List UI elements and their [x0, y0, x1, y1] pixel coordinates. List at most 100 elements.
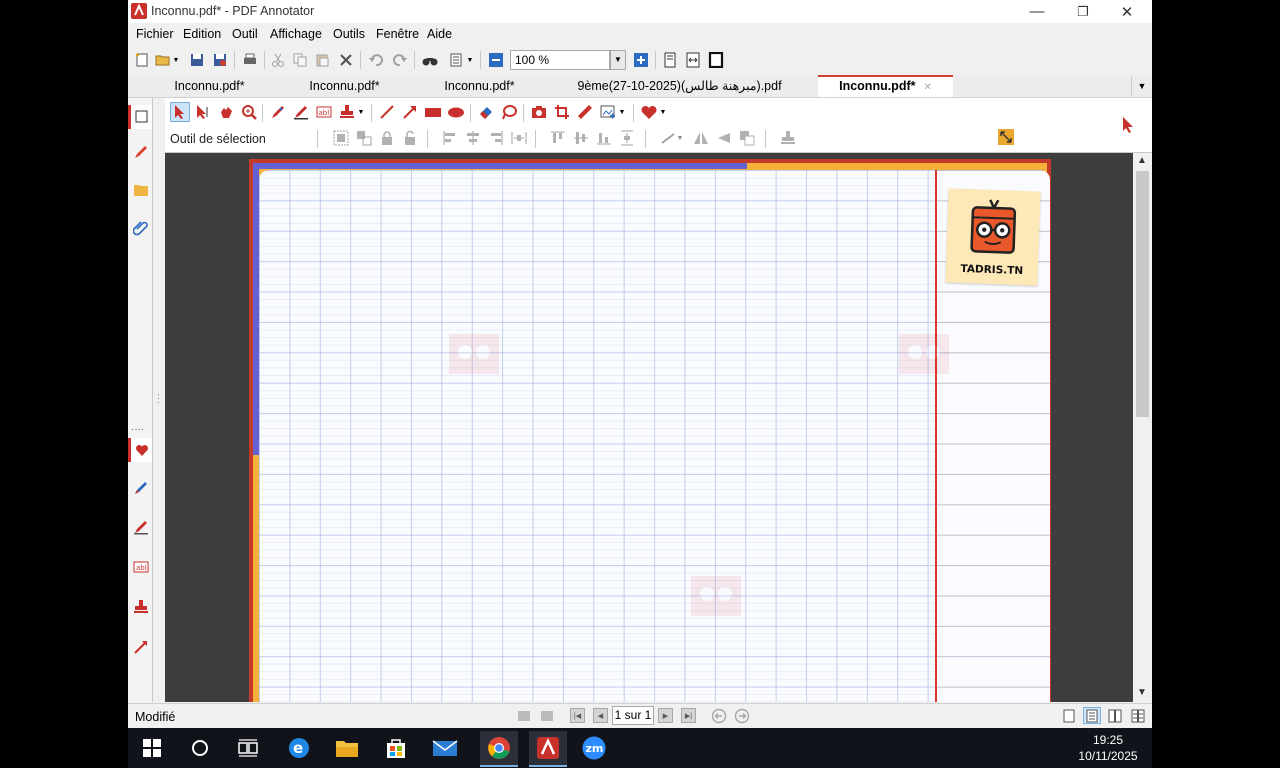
previous-view-icon[interactable] — [514, 706, 534, 726]
unlock-icon[interactable] — [401, 129, 419, 147]
chrome-browser-icon[interactable] — [480, 731, 518, 767]
menu-fichier[interactable]: Fichier — [136, 27, 174, 41]
favorite-pen-icon[interactable] — [132, 479, 150, 497]
menu-aide[interactable]: Aide — [427, 27, 452, 41]
align-right-icon[interactable] — [487, 129, 505, 147]
zoom-dropdown-icon[interactable]: ▼ — [610, 50, 626, 70]
favorites-heart-tool-icon[interactable] — [639, 102, 659, 122]
arrow-tool-icon[interactable] — [400, 102, 420, 122]
tab-document-3[interactable]: Inconnu.pdf* — [412, 75, 547, 97]
sidebar-splitter-dots[interactable]: ···· — [131, 424, 144, 435]
mail-icon[interactable] — [431, 734, 459, 762]
highlighter-tool-icon[interactable] — [291, 102, 311, 122]
pen-tool-icon[interactable] — [268, 102, 288, 122]
text-box-tool-icon[interactable]: abl — [314, 102, 334, 122]
panel-splitter-grip[interactable]: · · · — [157, 390, 160, 407]
lock-icon[interactable] — [378, 129, 396, 147]
pdf-annotator-taskbar-icon[interactable] — [529, 731, 567, 767]
tab-list-dropdown-icon[interactable]: ▼ — [1131, 76, 1152, 96]
restore-button[interactable]: ❐ — [1060, 0, 1106, 23]
back-navigation-icon[interactable] — [709, 706, 729, 726]
delete-icon[interactable] — [336, 50, 356, 70]
next-view-icon[interactable] — [537, 706, 557, 726]
align-top-icon[interactable] — [549, 129, 567, 147]
favorite-arrow-icon[interactable] — [132, 638, 150, 656]
group-icon[interactable] — [332, 129, 350, 147]
selection-tool-icon[interactable] — [170, 102, 190, 122]
search-circle-icon[interactable] — [186, 734, 214, 762]
tab-close-icon[interactable]: ✕ — [923, 82, 931, 93]
menu-fenetre[interactable]: Fenêtre — [376, 27, 419, 41]
single-page-view-icon[interactable] — [1060, 707, 1078, 724]
last-page-icon[interactable]: ▶| — [681, 708, 696, 723]
close-button[interactable]: ✕ — [1104, 0, 1150, 23]
stamp-dropdown-icon[interactable]: ▼ — [355, 102, 367, 122]
page-thumbnails-icon[interactable] — [128, 105, 152, 129]
bookmarks-folder-icon[interactable] — [132, 181, 150, 199]
fit-page-icon[interactable] — [660, 50, 680, 70]
system-clock[interactable]: 19:25 10/11/2025 — [1068, 732, 1148, 764]
align-middle-icon[interactable] — [572, 129, 590, 147]
file-explorer-icon[interactable] — [333, 734, 361, 762]
annotations-pen-icon[interactable] — [132, 143, 150, 161]
cut-icon[interactable] — [268, 50, 288, 70]
undo-icon[interactable] — [366, 50, 386, 70]
ungroup-icon[interactable] — [355, 129, 373, 147]
resize-handle-icon[interactable] — [996, 127, 1016, 147]
forward-navigation-icon[interactable] — [732, 706, 752, 726]
favorites-dropdown-icon[interactable]: ▼ — [657, 102, 669, 122]
scroll-down-icon[interactable]: ▼ — [1137, 687, 1147, 698]
document-view[interactable]: TADRIS.TN — [165, 153, 1133, 702]
eraser-tool-icon[interactable] — [476, 102, 496, 122]
save-all-icon[interactable] — [210, 50, 230, 70]
page-number-field[interactable]: 1 sur 1 — [612, 706, 654, 725]
favorite-text-box-icon[interactable]: abl — [132, 558, 150, 576]
task-view-icon[interactable] — [234, 734, 262, 762]
favorite-stamp-icon[interactable] — [132, 598, 150, 616]
rectangle-tool-icon[interactable] — [423, 102, 443, 122]
align-left-icon[interactable] — [441, 129, 459, 147]
zoom-meetings-icon[interactable]: zm — [580, 734, 608, 762]
save-icon[interactable] — [187, 50, 207, 70]
previous-page-icon[interactable]: ◀ — [593, 708, 608, 723]
distribute-vertical-icon[interactable] — [618, 129, 636, 147]
stamp-properties-icon[interactable] — [779, 129, 797, 147]
scroll-up-icon[interactable]: ▲ — [1137, 155, 1147, 166]
attachments-paperclip-icon[interactable] — [132, 219, 150, 237]
continuous-view-icon[interactable] — [1083, 707, 1101, 724]
microsoft-store-icon[interactable] — [382, 734, 410, 762]
pdf-page[interactable]: TADRIS.TN — [249, 159, 1051, 702]
flip-horizontal-icon[interactable] — [692, 129, 710, 147]
ellipse-tool-icon[interactable] — [446, 102, 466, 122]
layout-dropdown-icon[interactable]: ▼ — [464, 50, 476, 70]
insert-image-icon[interactable] — [598, 102, 618, 122]
tool-panel-pointer-icon[interactable] — [1121, 116, 1135, 137]
distribute-horizontal-icon[interactable] — [510, 129, 528, 147]
edge-browser-icon[interactable]: e — [285, 734, 313, 762]
snapshot-camera-icon[interactable] — [529, 102, 549, 122]
scrollbar-thumb[interactable] — [1136, 171, 1149, 417]
two-page-continuous-view-icon[interactable] — [1129, 707, 1147, 724]
menu-affichage[interactable]: Affichage — [270, 27, 322, 41]
line-tool-icon[interactable] — [377, 102, 397, 122]
full-screen-icon[interactable] — [706, 50, 726, 70]
fit-width-icon[interactable] — [683, 50, 703, 70]
arrange-order-icon[interactable] — [738, 129, 756, 147]
flip-vertical-icon[interactable] — [715, 129, 733, 147]
zoom-in-icon[interactable] — [631, 50, 651, 70]
tab-document-2[interactable]: Inconnu.pdf* — [277, 75, 412, 97]
lasso-tool-icon[interactable] — [499, 102, 519, 122]
crop-tool-icon[interactable] — [552, 102, 572, 122]
menu-outils[interactable]: Outils — [333, 27, 365, 41]
menu-edition[interactable]: Edition — [183, 27, 221, 41]
copy-icon[interactable] — [290, 50, 310, 70]
open-dropdown-icon[interactable]: ▼ — [170, 50, 182, 70]
hand-tool-icon[interactable] — [216, 102, 236, 122]
print-icon[interactable] — [240, 50, 260, 70]
favorite-highlighter-icon[interactable] — [132, 518, 150, 536]
ruler-tool-icon[interactable] — [575, 102, 595, 122]
redo-icon[interactable] — [390, 50, 410, 70]
two-page-view-icon[interactable] — [1106, 707, 1124, 724]
vertical-scrollbar[interactable]: ▲ ▼ — [1133, 153, 1152, 702]
tab-document-5-active[interactable]: Inconnu.pdf* ✕ — [818, 75, 953, 97]
